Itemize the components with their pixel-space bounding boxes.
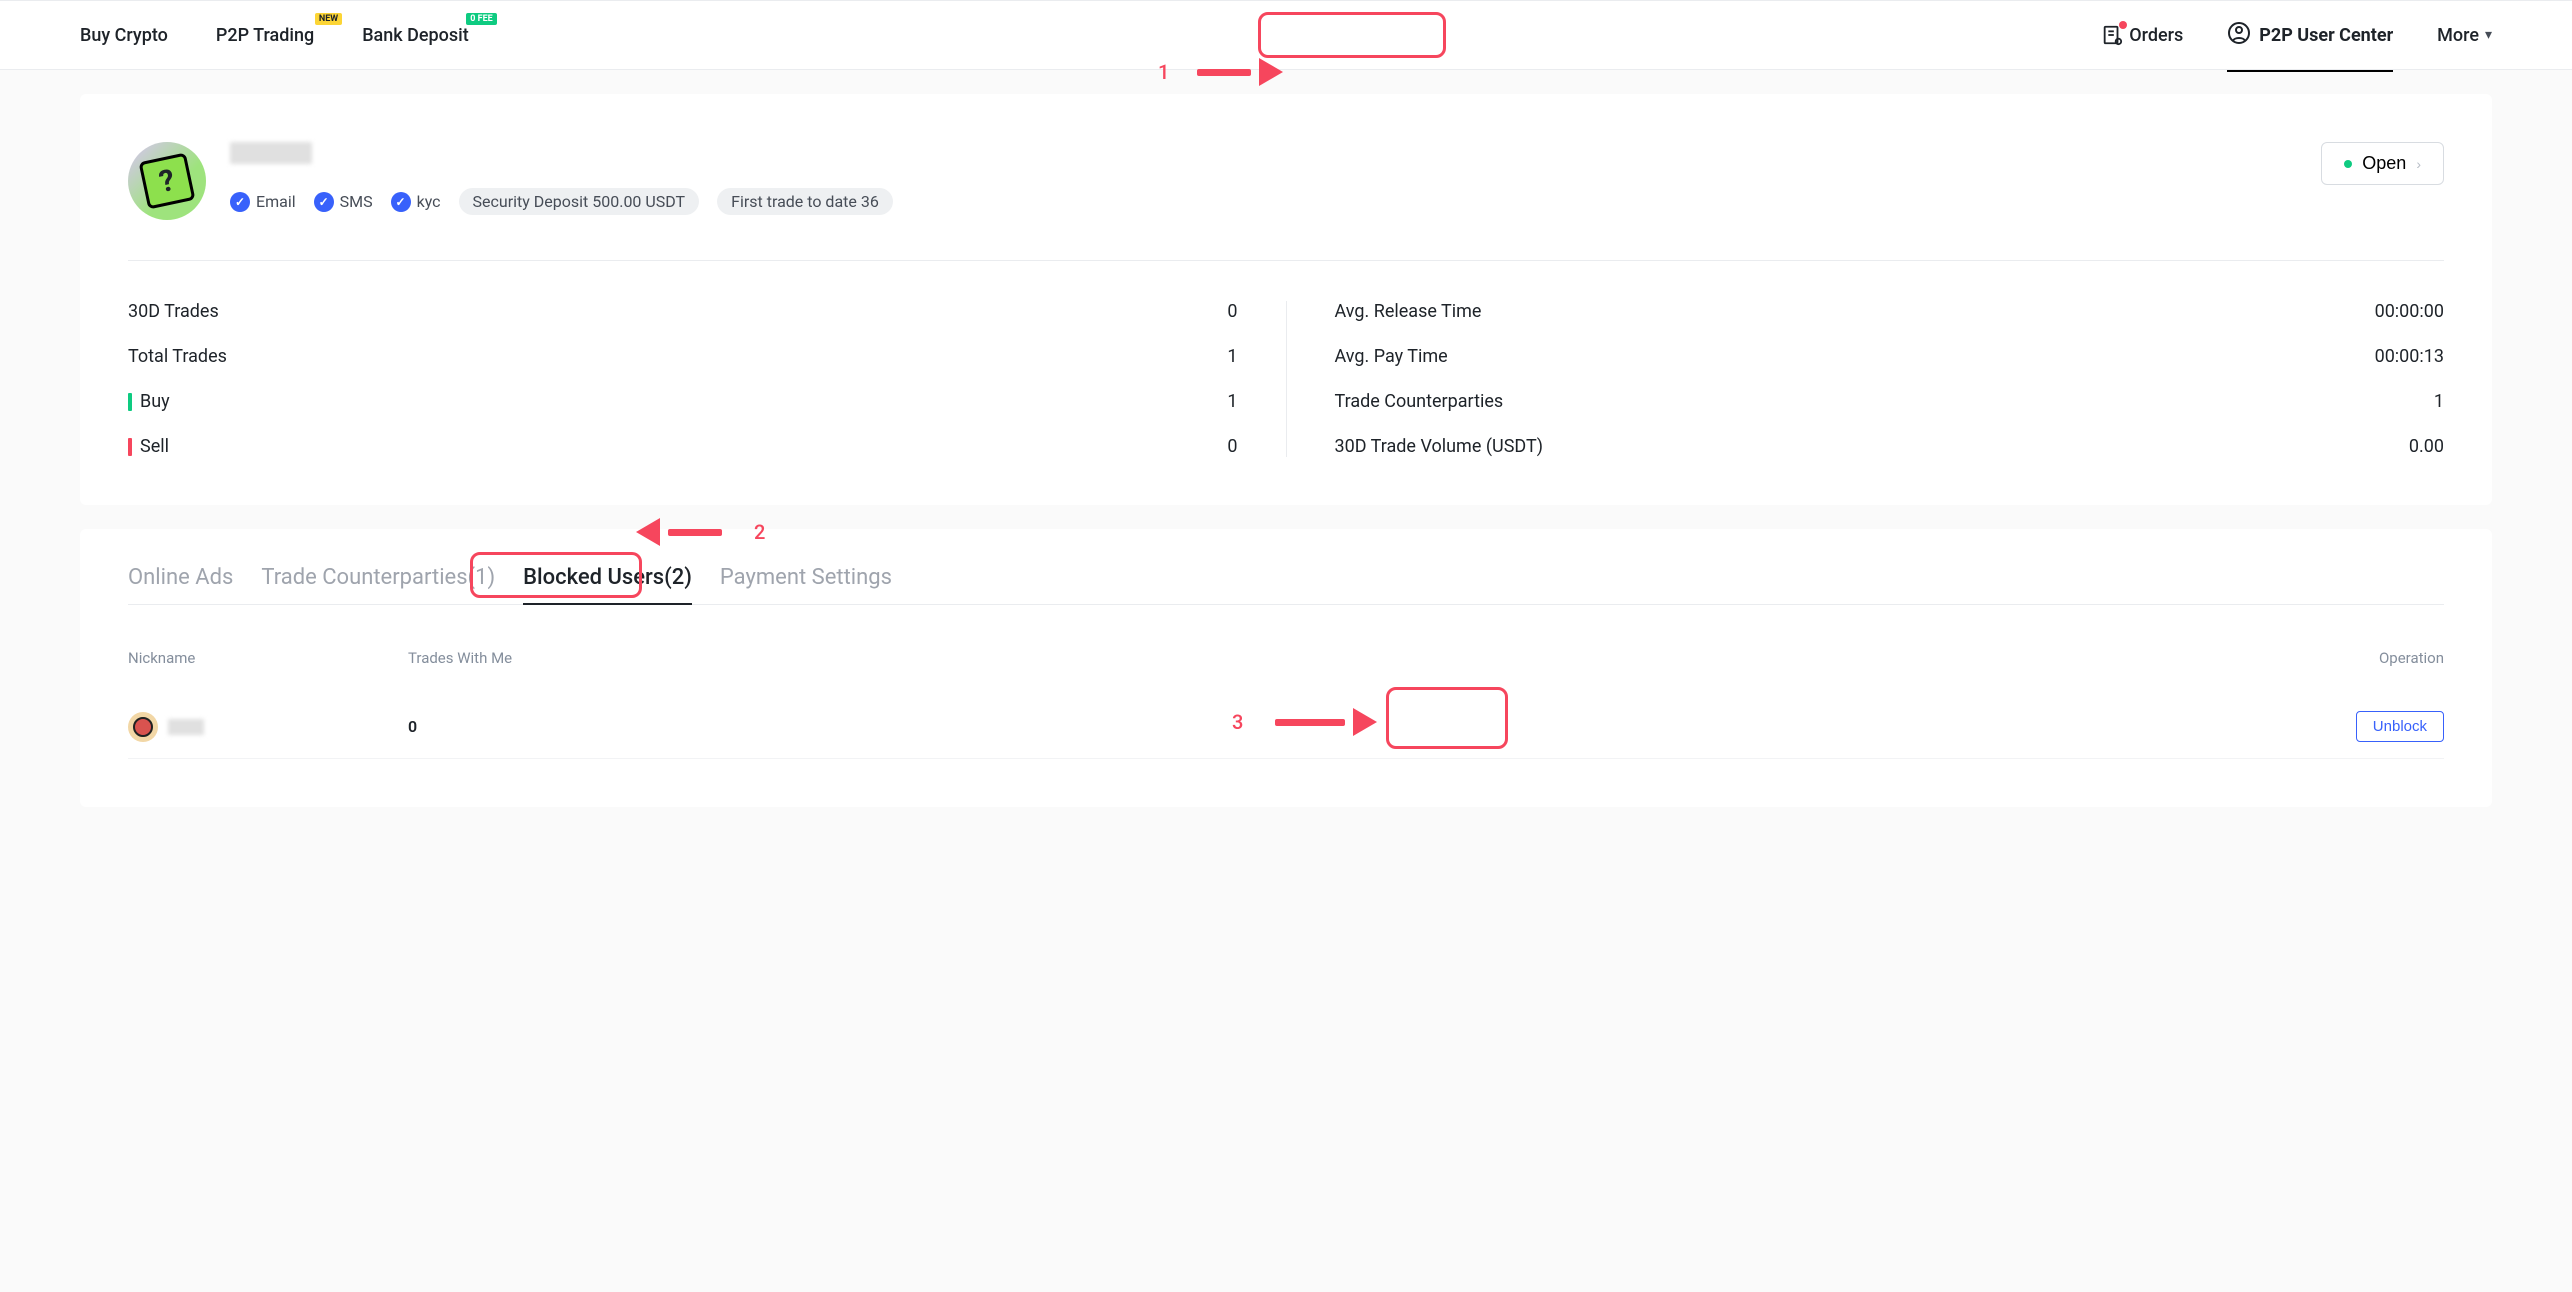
stat-label: 30D Trade Volume (USDT) <box>1335 436 1543 457</box>
security-deposit-pill: Security Deposit 500.00 USDT <box>459 188 700 215</box>
tab-trade-counterparties[interactable]: Trade Counterparties(1) <box>261 565 495 590</box>
row-nickname-redacted <box>168 719 204 735</box>
verify-email-label: Email <box>256 192 296 211</box>
stat-buy: Buy 1 <box>128 391 1238 412</box>
tab-online-ads[interactable]: Online Ads <box>128 565 233 590</box>
nav-orders[interactable]: Orders <box>2101 24 2183 46</box>
user-icon <box>2227 21 2251 50</box>
table-header: Nickname Trades With Me Operation <box>128 649 2444 667</box>
chevron-down-icon: ▾ <box>2485 27 2492 43</box>
nav-p2p-user-center[interactable]: P2P User Center <box>2219 17 2401 54</box>
status-dot-icon <box>2344 160 2352 168</box>
row-trades-value: 0 <box>408 717 2324 736</box>
nickname-redacted <box>230 142 312 164</box>
verify-kyc-label: kyc <box>417 192 441 211</box>
stat-30d-trades: 30D Trades 0 <box>128 301 1238 322</box>
row-avatar <box>128 712 158 742</box>
col-header-operation: Operation <box>2324 649 2444 667</box>
orders-icon <box>2101 24 2123 46</box>
stats-section: 30D Trades 0 Total Trades 1 Buy 1 Sell 0 Avg… <box>128 301 2444 457</box>
tab-blocked-users[interactable]: Blocked Users(2) <box>523 565 692 590</box>
nav-p2p-user-center-label: P2P User Center <box>2259 25 2393 46</box>
stat-label: Buy <box>140 391 170 412</box>
sell-indicator-icon <box>128 438 132 456</box>
nav-more-label: More <box>2437 25 2479 46</box>
stat-value: 00:00:00 <box>2375 301 2444 322</box>
active-underline <box>2227 70 2393 72</box>
stat-counterparties: Trade Counterparties 1 <box>1335 391 2445 412</box>
stat-total-trades: Total Trades 1 <box>128 346 1238 367</box>
nav-more[interactable]: More ▾ <box>2437 25 2492 46</box>
verify-kyc: ✓ kyc <box>391 192 441 212</box>
active-underline <box>523 603 692 605</box>
stat-value: 0 <box>1227 301 1237 322</box>
stat-avg-release: Avg. Release Time 00:00:00 <box>1335 301 2445 322</box>
stat-label: Sell <box>140 436 169 457</box>
nav-buy-crypto-label: Buy Crypto <box>80 25 168 46</box>
stat-label: Avg. Release Time <box>1335 301 1482 322</box>
nav-orders-label: Orders <box>2129 25 2183 46</box>
divider <box>128 260 2444 261</box>
blocked-users-card: Online Ads Trade Counterparties(1) Block… <box>80 529 2492 807</box>
stat-label: Avg. Pay Time <box>1335 346 1448 367</box>
chevron-right-icon: › <box>2416 156 2421 172</box>
stat-value: 00:00:13 <box>2375 346 2444 367</box>
badge-new: NEW <box>315 13 342 25</box>
stat-value: 1 <box>1227 391 1237 412</box>
badge-0fee: 0 FEE <box>466 13 496 25</box>
stat-sell: Sell 0 <box>128 436 1238 457</box>
verify-sms: ✓ SMS <box>314 192 373 212</box>
stat-value: 1 <box>1227 346 1237 367</box>
check-icon: ✓ <box>314 192 334 212</box>
nav-bank-deposit-label: Bank Deposit <box>362 25 469 46</box>
verify-sms-label: SMS <box>340 192 373 211</box>
stat-value: 1 <box>2434 391 2444 412</box>
check-icon: ✓ <box>230 192 250 212</box>
table-row: 0 Unblock <box>128 695 2444 759</box>
stat-30d-volume: 30D Trade Volume (USDT) 0.00 <box>1335 436 2445 457</box>
stat-label: 30D Trades <box>128 301 219 322</box>
stat-avg-pay: Avg. Pay Time 00:00:13 <box>1335 346 2445 367</box>
stat-value: 0.00 <box>2409 436 2444 457</box>
unblock-button[interactable]: Unblock <box>2356 711 2444 742</box>
verify-email: ✓ Email <box>230 192 296 212</box>
tab-blocked-users-label: Blocked Users(2) <box>523 565 692 590</box>
stat-label: Total Trades <box>128 346 227 367</box>
buy-indicator-icon <box>128 393 132 411</box>
profile-card: ? ✓ Email ✓ SMS ✓ kyc Security Deposit 500.… <box>80 94 2492 505</box>
stat-value: 0 <box>1227 436 1237 457</box>
nav-bank-deposit[interactable]: Bank Deposit 0 FEE <box>362 25 469 46</box>
col-header-nickname: Nickname <box>128 649 408 667</box>
open-status-button[interactable]: Open › <box>2321 142 2444 185</box>
col-header-trades: Trades With Me <box>408 649 2324 667</box>
avatar: ? <box>128 142 206 220</box>
check-icon: ✓ <box>391 192 411 212</box>
tabs-row: Online Ads Trade Counterparties(1) Block… <box>128 565 2444 605</box>
tab-payment-settings[interactable]: Payment Settings <box>720 565 892 590</box>
first-trade-pill: First trade to date 36 <box>717 188 893 215</box>
stat-label: Trade Counterparties <box>1335 391 1504 412</box>
open-status-label: Open <box>2362 153 2406 174</box>
nav-buy-crypto[interactable]: Buy Crypto <box>80 25 168 46</box>
top-nav: Buy Crypto P2P Trading NEW Bank Deposit … <box>0 0 2572 70</box>
nav-p2p-trading[interactable]: P2P Trading NEW <box>216 25 314 46</box>
nav-p2p-trading-label: P2P Trading <box>216 25 314 46</box>
notification-dot <box>2119 21 2127 29</box>
